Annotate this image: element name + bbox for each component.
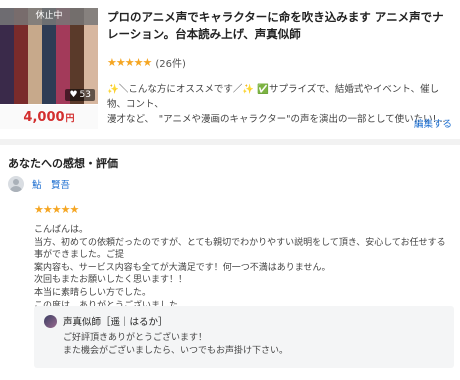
service-title[interactable]: プロのアニメ声でキャラクターに命を吹き込みます アニメ声でナレーション。台本読み… bbox=[107, 9, 455, 43]
favorite-counter[interactable]: ♥ 53 bbox=[65, 89, 95, 101]
review-line: 本当に素晴らしい方でした。 bbox=[34, 287, 152, 298]
seller-reply: 声真似師［遥｜はるか］ ご好評頂きありがとうございます！ また機会がございました… bbox=[34, 306, 454, 368]
review-line: こんばんは。 bbox=[34, 225, 89, 235]
section-divider bbox=[0, 139, 460, 145]
reviewer-info: 鮎 賢吾 bbox=[8, 176, 70, 192]
reply-header: 声真似師［遥｜はるか］ bbox=[44, 314, 168, 328]
price-unit: 円 bbox=[65, 113, 75, 124]
reply-line: また機会がございましたら、いつでもお声掛け下さい。 bbox=[63, 345, 289, 356]
review-line: 次回もまたお願いしたく思います！！ bbox=[34, 275, 188, 286]
price-box: 4,000 円 bbox=[0, 105, 98, 129]
heart-icon: ♥ bbox=[69, 90, 78, 100]
service-thumbnail[interactable]: 休止中 ♥ 53 bbox=[0, 8, 98, 104]
description-line: 漫才など、 "アニメや漫画のキャラクター"の声を演出の一部として使いたい!... bbox=[107, 114, 446, 125]
description-line: ✨＼こんな方にオススメです／✨ ✅サプライズで、結婚式やイベント、催し物、コント… bbox=[107, 84, 440, 110]
reply-text: ご好評頂きありがとうございます！ また機会がございましたら、いつでもお声掛け下さ… bbox=[63, 332, 443, 357]
reviewer-name[interactable]: 鮎 賢吾 bbox=[32, 177, 70, 191]
seller-name: 声真似師［遥｜はるか］ bbox=[63, 317, 168, 328]
favorite-count: 53 bbox=[79, 90, 91, 100]
review-line: 案内容も、サービス内容も全てが大満足です！何一つ不満はありません。 bbox=[34, 262, 331, 273]
service-description: ✨＼こんな方にオススメです／✨ ✅サプライズで、結婚式やイベント、催し物、コント… bbox=[107, 82, 455, 127]
rating-count: (26件) bbox=[155, 59, 186, 70]
edit-link[interactable]: 編集する bbox=[414, 116, 452, 130]
price-value: 4,000 bbox=[23, 109, 65, 125]
review-heading: あなたへの感想・評価 bbox=[8, 157, 118, 170]
rating-stars: ★★★★★ bbox=[107, 56, 152, 69]
service-card[interactable]: 休止中 ♥ 53 4,000 円 プロのアニメ声でキャラクターに命を吹き込みます … bbox=[0, 0, 460, 136]
seller-avatar bbox=[44, 314, 57, 328]
reply-line: ご好評頂きありがとうございます！ bbox=[63, 333, 208, 343]
review-line: 当方、初めての依頼だったのですが、とても親切でわかりやすい説明をして頂き、安心し… bbox=[34, 237, 446, 261]
review-text: こんばんは。 当方、初めての依頼だったのですが、とても親切でわかりやすい説明をし… bbox=[34, 224, 454, 312]
avatar bbox=[8, 176, 24, 192]
review-stars: ★★★★★ bbox=[34, 203, 79, 216]
service-rating: ★★★★★ (26件) bbox=[107, 55, 186, 70]
status-badge: 休止中 bbox=[0, 8, 98, 25]
